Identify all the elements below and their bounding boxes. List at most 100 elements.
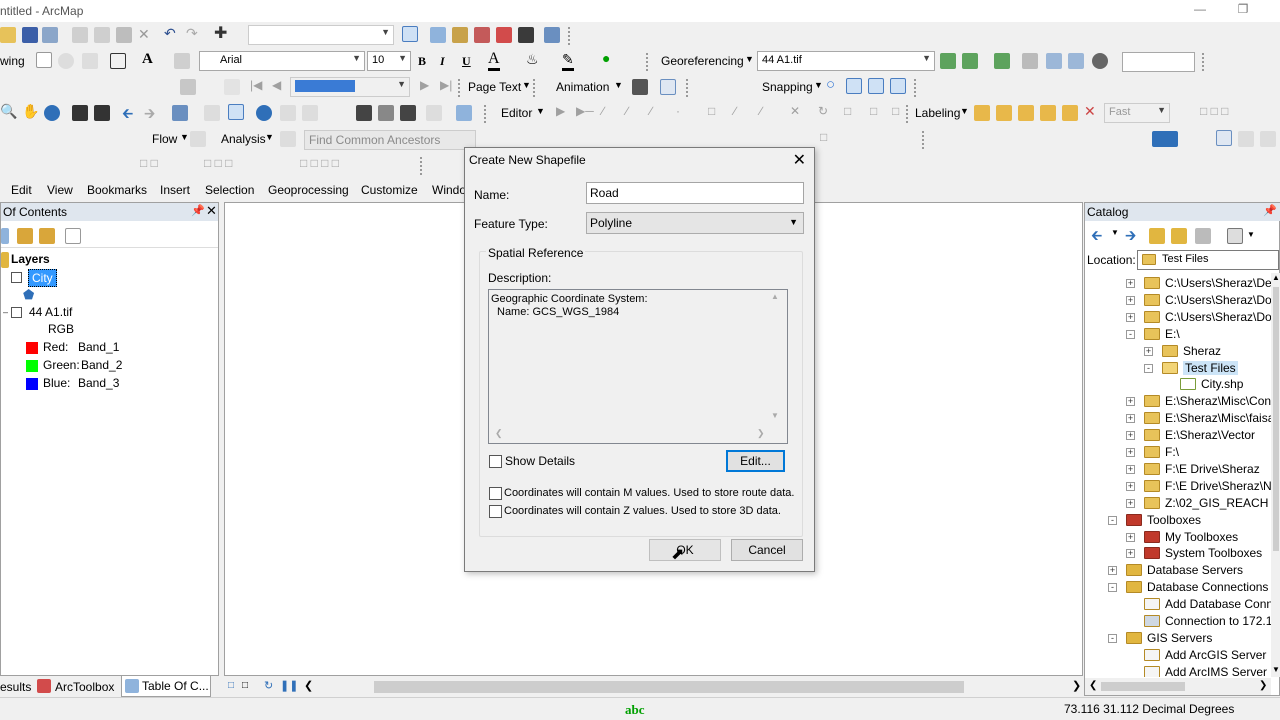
catalog-vscrollbar[interactable]: ▲ ▼ bbox=[1271, 273, 1280, 677]
toolbar-grip[interactable] bbox=[922, 131, 928, 149]
list-by-selection-icon[interactable] bbox=[65, 228, 81, 244]
feature-type-select[interactable]: Polyline ▼ bbox=[586, 212, 804, 234]
create-features-icon[interactable]: □ bbox=[892, 104, 899, 118]
expand-icon[interactable]: + bbox=[1126, 414, 1135, 424]
redo-icon[interactable]: ↷ bbox=[186, 25, 198, 42]
expand-icon[interactable]: + bbox=[1126, 464, 1135, 474]
viewer-icon[interactable] bbox=[1022, 53, 1038, 69]
z-values-checkbox[interactable] bbox=[489, 505, 502, 518]
toolbar-grip[interactable] bbox=[906, 105, 912, 123]
refresh-icon[interactable]: ↻ bbox=[264, 679, 273, 692]
cut-icon[interactable] bbox=[72, 27, 88, 43]
desc-scroll-up-icon[interactable]: ▲ bbox=[771, 292, 779, 301]
edit-button[interactable]: Edit... bbox=[726, 450, 785, 472]
attributes-icon[interactable]: □ bbox=[844, 104, 851, 118]
expand-icon[interactable]: + bbox=[1126, 312, 1135, 322]
catalog-vscroll-thumb[interactable] bbox=[1273, 287, 1279, 551]
close-icon[interactable]: ✕ bbox=[206, 203, 217, 219]
connect-folder-icon[interactable] bbox=[1195, 228, 1211, 244]
label-priority-icon[interactable] bbox=[1062, 105, 1078, 121]
extra-tool-3-icon[interactable]: □ □ □ □ bbox=[300, 156, 339, 170]
marker-color-icon[interactable]: ● bbox=[602, 50, 610, 66]
views-icon[interactable] bbox=[1227, 228, 1243, 244]
menu-bookmarks[interactable]: Bookmarks bbox=[87, 183, 147, 197]
collapse-icon[interactable]: – bbox=[1, 308, 10, 318]
font-color-icon[interactable]: A bbox=[488, 50, 500, 71]
expand-icon[interactable]: + bbox=[1108, 566, 1117, 576]
underline-button[interactable]: U bbox=[462, 54, 471, 69]
paste-icon[interactable] bbox=[116, 27, 132, 43]
scroll-left-catalog-icon[interactable]: ❮ bbox=[1089, 680, 1097, 691]
snapping-menu[interactable]: Snapping bbox=[762, 80, 813, 94]
expand-icon[interactable]: + bbox=[1126, 549, 1135, 559]
collapse-icon[interactable]: - bbox=[1108, 633, 1117, 643]
expand-icon[interactable]: + bbox=[1126, 448, 1135, 457]
restore-icon[interactable]: ❐ bbox=[1228, 2, 1258, 20]
expand-icon[interactable]: + bbox=[1144, 346, 1153, 356]
straight-segment-icon[interactable]: ∕ bbox=[602, 104, 604, 118]
trace-icon[interactable]: ∕ bbox=[650, 104, 652, 118]
scroll-up-icon[interactable]: ▲ bbox=[1272, 273, 1280, 282]
endpoint-arc-icon[interactable]: ∕ bbox=[626, 104, 628, 118]
list-by-source-icon[interactable] bbox=[17, 228, 33, 244]
analysis-dropdown-icon[interactable]: ▼ bbox=[265, 132, 274, 142]
link-table-icon[interactable] bbox=[1068, 53, 1084, 69]
open-icon[interactable] bbox=[0, 27, 16, 43]
toolbar-grip[interactable] bbox=[484, 105, 490, 123]
edit-annotation-icon[interactable]: ▶─ bbox=[576, 104, 594, 118]
name-input[interactable]: Road bbox=[586, 182, 804, 204]
catalog-hscroll-thumb[interactable] bbox=[1101, 682, 1185, 691]
shift-georef-icon[interactable] bbox=[962, 53, 978, 69]
flow-icon[interactable] bbox=[190, 131, 206, 147]
city-layer[interactable]: City bbox=[28, 269, 57, 287]
layout-view-button-icon[interactable]: □ bbox=[242, 680, 248, 691]
back-dropdown-icon[interactable]: ▼ bbox=[1111, 228, 1119, 237]
menu-edit[interactable]: Edit bbox=[11, 183, 32, 197]
menu-geoprocessing[interactable]: Geoprocessing bbox=[268, 183, 349, 197]
desc-scroll-down-icon[interactable]: ▼ bbox=[771, 411, 779, 420]
grid-icon[interactable] bbox=[224, 79, 240, 95]
extra-tools-icon[interactable]: □ bbox=[820, 130, 827, 144]
model-builder-icon[interactable] bbox=[544, 27, 560, 43]
expand-icon[interactable]: + bbox=[1126, 295, 1135, 305]
time-slider-icon[interactable] bbox=[456, 105, 472, 121]
point-icon[interactable]: · bbox=[676, 104, 680, 118]
delete-icon[interactable]: ✕ bbox=[138, 26, 150, 43]
font-size-combo[interactable]: 10 ▼ bbox=[367, 51, 411, 71]
zoom-in-icon[interactable]: 🔍 bbox=[0, 103, 17, 120]
toolbar-grip[interactable] bbox=[914, 79, 920, 97]
up-one-level-icon[interactable] bbox=[1149, 228, 1165, 244]
toc-window-icon[interactable] bbox=[430, 27, 446, 43]
catalog-pin-icon[interactable]: 📌 bbox=[1263, 204, 1277, 217]
toolbar-grip[interactable] bbox=[420, 157, 426, 175]
georeferencing-menu[interactable]: Georeferencing bbox=[661, 54, 744, 68]
end-snap-icon[interactable] bbox=[846, 78, 862, 94]
undo-icon[interactable]: ↶ bbox=[164, 25, 176, 42]
copy-icon[interactable] bbox=[94, 27, 110, 43]
camera-icon[interactable] bbox=[632, 79, 648, 95]
home-icon[interactable] bbox=[1171, 228, 1187, 244]
editor-menu[interactable]: Editor bbox=[501, 106, 532, 120]
rectangle-icon[interactable] bbox=[110, 53, 126, 69]
menu-selection[interactable]: Selection bbox=[205, 183, 254, 197]
cancel-button[interactable]: Cancel bbox=[731, 539, 803, 561]
select-elements-icon[interactable] bbox=[36, 52, 52, 68]
zoom-whole-page-icon[interactable] bbox=[82, 53, 98, 69]
arctoolbox-icon[interactable] bbox=[496, 27, 512, 43]
toolbar-grip[interactable] bbox=[458, 79, 464, 97]
list-by-drawing-order-icon[interactable] bbox=[1, 228, 9, 244]
labeling-dropdown-icon[interactable]: ▼ bbox=[960, 106, 969, 116]
pan-icon[interactable]: ✋ bbox=[22, 103, 39, 120]
full-extent-icon[interactable] bbox=[44, 105, 60, 121]
html-popup-icon[interactable] bbox=[302, 105, 318, 121]
find-common-ancestors-combo[interactable]: Find Common Ancestors bbox=[304, 130, 476, 150]
red-swatch[interactable] bbox=[26, 342, 38, 354]
edit-tool-icon[interactable]: ▶ bbox=[556, 104, 565, 118]
toolbar-grip[interactable] bbox=[686, 79, 692, 97]
collapse-icon[interactable]: - bbox=[1126, 329, 1135, 339]
view-link-table-icon[interactable] bbox=[1046, 53, 1062, 69]
text-tool-icon[interactable]: A bbox=[142, 51, 153, 68]
menu-insert[interactable]: Insert bbox=[160, 183, 190, 197]
menu-view[interactable]: View bbox=[47, 183, 73, 197]
next-page-icon[interactable]: ▶ bbox=[420, 78, 429, 92]
